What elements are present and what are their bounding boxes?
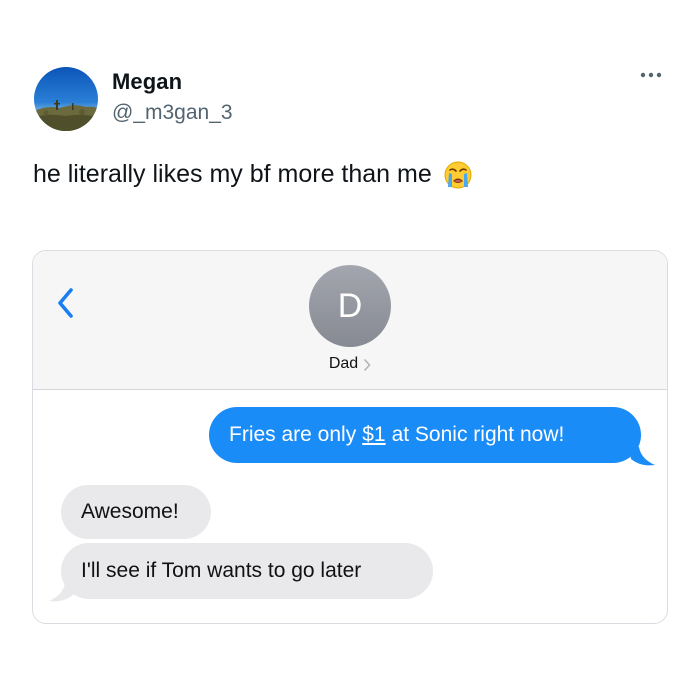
contact-avatar[interactable]: D — [309, 265, 391, 347]
avatar-landscape-image — [34, 67, 98, 131]
avatar[interactable] — [34, 67, 98, 131]
message-text: I'll see if Tom wants to go later — [81, 559, 362, 582]
message-price-link[interactable]: $1 — [362, 423, 385, 447]
message-bubble-received[interactable]: Awesome! — [61, 485, 211, 539]
contact-name: Dad — [328, 355, 359, 372]
message-text: Fries are only — [229, 423, 357, 446]
tweet-screenshot: Megan @_m3gan_3 he literally likes my bf… — [0, 0, 700, 700]
conversation-header: D Dad — [33, 251, 667, 390]
contact-name-button[interactable]: Dad — [33, 355, 667, 373]
more-horizontal-icon[interactable] — [640, 70, 662, 80]
loudly-crying-face-emoji-icon — [444, 161, 472, 188]
display-name[interactable]: Megan — [112, 69, 182, 95]
user-handle[interactable]: @_m3gan_3 — [112, 101, 233, 125]
tweet-text: he literally likes my bf more than me — [33, 160, 472, 189]
message-screenshot-card: D Dad Fries are only $1 at Sonic right n… — [32, 250, 668, 624]
message-bubble-sent[interactable]: Fries are only $1 at Sonic right now! — [209, 407, 641, 463]
tweet-text-content: he literally likes my bf more than me — [33, 160, 432, 188]
message-text: at Sonic right now! — [391, 423, 565, 446]
message-bubble-received[interactable]: I'll see if Tom wants to go later — [61, 543, 433, 599]
message-text: Awesome! — [81, 500, 179, 523]
chevron-right-icon — [364, 358, 371, 371]
chevron-left-icon[interactable] — [53, 285, 79, 321]
